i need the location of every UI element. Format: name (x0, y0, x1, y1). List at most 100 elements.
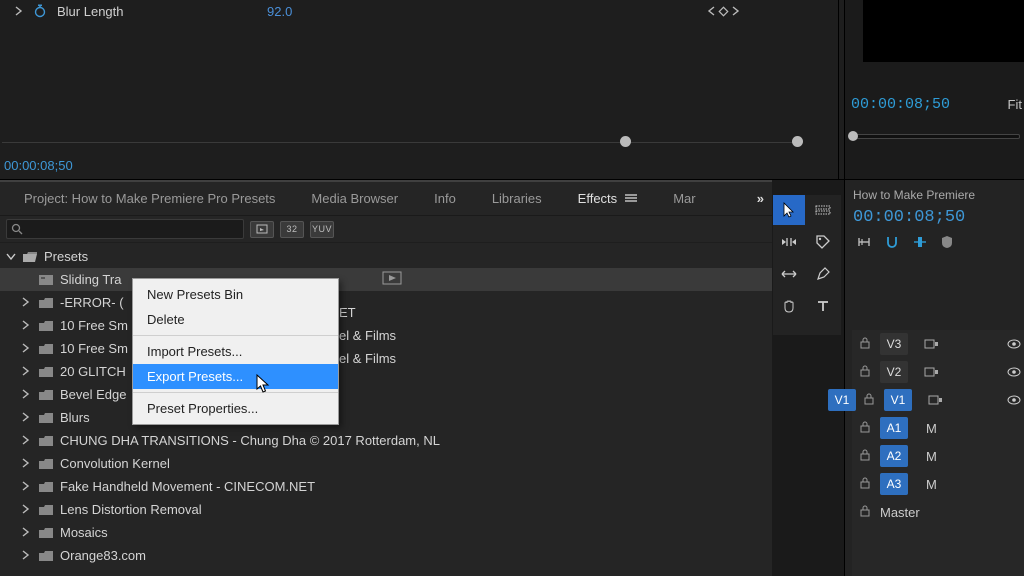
lock-icon[interactable] (860, 477, 872, 492)
slip-tool-icon[interactable] (773, 259, 805, 289)
track-output-icon[interactable] (928, 395, 942, 405)
tab-libraries[interactable]: Libraries (474, 182, 560, 215)
lock-icon[interactable] (860, 505, 872, 520)
effects-search-input[interactable] (6, 219, 244, 239)
track-row-a2[interactable]: A2 M (852, 442, 1024, 470)
prev-keyframe-icon[interactable] (707, 6, 715, 16)
chevron-right-icon[interactable] (22, 341, 32, 356)
zoom-fit-label[interactable]: Fit (1008, 97, 1024, 112)
chevron-right-icon[interactable] (22, 410, 32, 425)
lock-icon[interactable] (860, 365, 872, 380)
accel-badge[interactable] (250, 221, 274, 238)
ctx-export-presets[interactable]: Export Presets... (133, 364, 338, 389)
track-row-v1[interactable]: V1 V1 (852, 386, 1024, 414)
tree-item-folder[interactable]: Fake Handheld Movement - CINECOM.NET (0, 475, 772, 498)
hand-tool-icon[interactable] (773, 291, 805, 321)
eye-icon[interactable] (1005, 395, 1021, 405)
tree-item-folder[interactable]: Mosaics (0, 521, 772, 544)
mute-button[interactable]: M (926, 477, 937, 492)
chevron-right-icon[interactable] (22, 364, 32, 379)
tree-item-folder[interactable]: Blurs (0, 406, 772, 429)
add-keyframe-icon[interactable] (719, 7, 728, 16)
eye-icon[interactable] (1005, 339, 1021, 349)
lock-icon[interactable] (860, 337, 872, 352)
tag-tool-icon[interactable] (807, 227, 839, 257)
chevron-right-icon[interactable] (22, 433, 32, 448)
program-timecode[interactable]: 00:00:08;50 (851, 96, 950, 113)
tree-item-folder[interactable]: Orange83.com (0, 544, 772, 567)
chevron-down-icon[interactable] (6, 249, 16, 264)
eye-icon[interactable] (1005, 367, 1021, 377)
program-scrubber[interactable] (851, 134, 1020, 139)
tree-item-folder[interactable]: Lens Distortion Removal (0, 498, 772, 521)
ripple-tool-icon[interactable] (773, 227, 805, 257)
stopwatch-icon[interactable] (33, 4, 47, 18)
tree-item-selected[interactable]: Sliding Tra (0, 268, 772, 291)
program-scrubber-handle[interactable] (848, 131, 858, 141)
tabs-overflow-icon[interactable]: » (757, 191, 764, 206)
param-value-blur-length[interactable]: 92.0 (267, 4, 367, 19)
tab-project[interactable]: Project: How to Make Premiere Pro Preset… (6, 182, 293, 215)
track-output-icon[interactable] (924, 367, 938, 377)
chevron-right-icon[interactable] (15, 4, 23, 19)
track-label[interactable]: V3 (880, 333, 908, 355)
track-label[interactable]: V1 (884, 389, 912, 411)
track-label[interactable]: A2 (880, 445, 908, 467)
tab-markers[interactable]: Mar (655, 182, 713, 215)
chevron-right-icon[interactable] (22, 479, 32, 494)
track-label[interactable]: A3 (880, 473, 908, 495)
chevron-right-icon[interactable] (22, 525, 32, 540)
panel-menu-icon[interactable] (625, 191, 637, 206)
snap-icon[interactable] (885, 235, 899, 249)
track-row-v3[interactable]: V3 (852, 330, 1024, 358)
lock-icon[interactable] (860, 421, 872, 436)
chevron-right-icon[interactable] (22, 502, 32, 517)
keyframe-nav[interactable] (707, 6, 740, 16)
tab-info[interactable]: Info (416, 182, 474, 215)
ctx-new-presets-bin[interactable]: New Presets Bin (133, 282, 338, 307)
scrubber-handle-end[interactable] (792, 136, 803, 147)
chevron-right-icon[interactable] (22, 456, 32, 471)
track-label[interactable]: A1 (880, 417, 908, 439)
type-tool-icon[interactable] (807, 291, 839, 321)
mute-button[interactable]: M (926, 449, 937, 464)
ctx-delete[interactable]: Delete (133, 307, 338, 332)
tab-effects[interactable]: Effects (560, 182, 656, 215)
chevron-right-icon[interactable] (22, 295, 32, 310)
tree-item-folder[interactable]: -ERROR- ( (0, 291, 772, 314)
marker-shield-icon[interactable] (941, 235, 953, 249)
linked-selection-icon[interactable] (913, 236, 927, 248)
track-label[interactable]: V2 (880, 361, 908, 383)
tree-item-folder[interactable]: Bevel Edge (0, 383, 772, 406)
fx-timecode[interactable]: 00:00:08;50 (4, 158, 73, 173)
chevron-right-icon[interactable] (22, 387, 32, 402)
track-select-tool-icon[interactable] (807, 195, 839, 225)
track-row-master[interactable]: Master (852, 498, 1024, 526)
32bit-badge[interactable]: 32 (280, 221, 304, 238)
fx-scrubber[interactable] (2, 129, 802, 147)
chevron-right-icon[interactable] (22, 318, 32, 333)
tree-root[interactable]: Presets (0, 245, 772, 268)
pen-tool-icon[interactable] (807, 259, 839, 289)
track-row-a1[interactable]: A1 M (852, 414, 1024, 442)
tab-media-browser[interactable]: Media Browser (293, 182, 416, 215)
tree-item-folder[interactable]: Convolution Kernel (0, 452, 772, 475)
ctx-import-presets[interactable]: Import Presets... (133, 339, 338, 364)
ctx-preset-properties[interactable]: Preset Properties... (133, 396, 338, 421)
track-row-v2[interactable]: V2 (852, 358, 1024, 386)
selection-tool-icon[interactable] (773, 195, 805, 225)
insert-icon[interactable] (857, 236, 871, 248)
timeline-timecode[interactable]: 00:00:08;50 (853, 208, 1016, 227)
tree-item-folder[interactable]: CHUNG DHA TRANSITIONS - Chung Dha © 2017… (0, 429, 772, 452)
lock-icon[interactable] (864, 393, 876, 408)
panel-divider[interactable] (838, 0, 839, 180)
lock-icon[interactable] (860, 449, 872, 464)
track-output-icon[interactable] (924, 339, 938, 349)
scrubber-handle-start[interactable] (620, 136, 631, 147)
mute-button[interactable]: M (926, 421, 937, 436)
track-row-a3[interactable]: A3 M (852, 470, 1024, 498)
source-patch-v1[interactable]: V1 (828, 389, 856, 411)
yuv-badge[interactable]: YUV (310, 221, 334, 238)
next-keyframe-icon[interactable] (732, 6, 740, 16)
chevron-right-icon[interactable] (22, 548, 32, 563)
